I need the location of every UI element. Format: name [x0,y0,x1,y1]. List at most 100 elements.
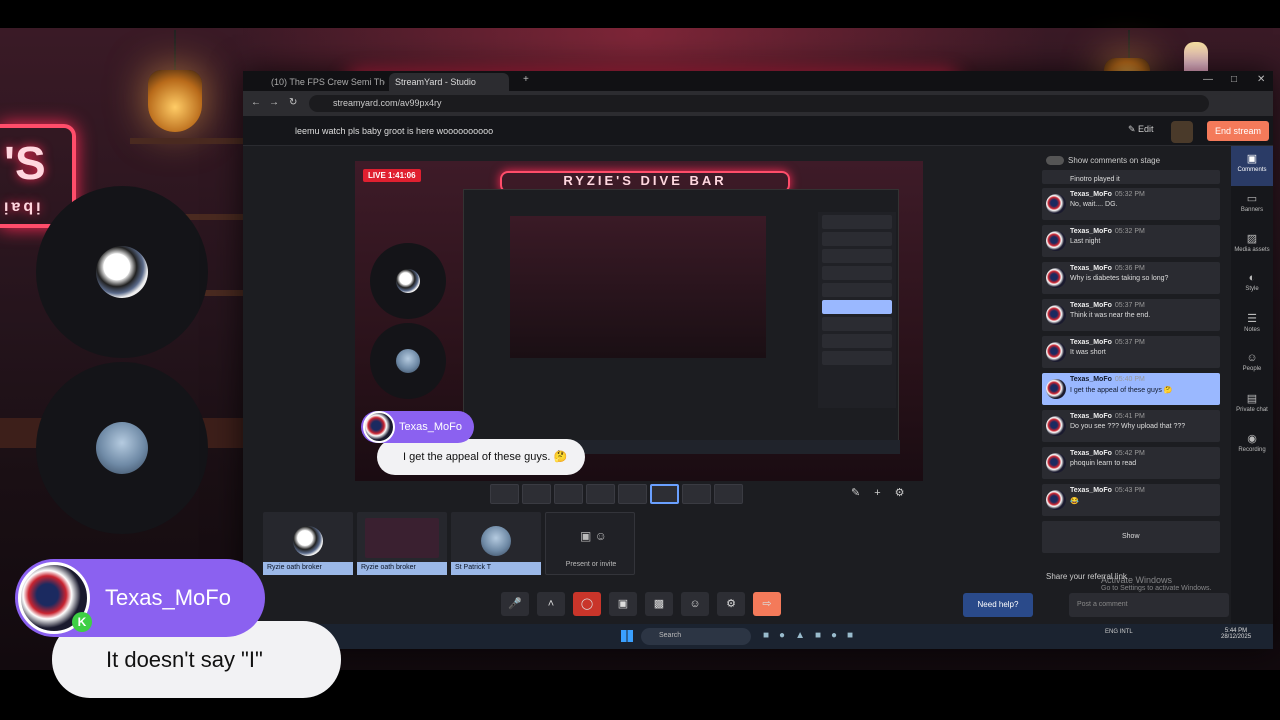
layout-blank[interactable] [714,484,743,504]
right-rail: ▣ Comments ▭ Banners ▨ Media assets ◐ Style … [1231,146,1273,649]
need-help-button[interactable]: Need help? [963,593,1033,617]
rail-style[interactable]: ◐ Style [1231,266,1273,306]
taskbar-search[interactable]: Search [641,628,751,645]
rail-private-chat[interactable]: ▤ Private chat [1231,386,1273,426]
language-indicator[interactable]: ENG INTL [1105,629,1133,635]
stage-user-avatar [363,411,395,443]
comment-item[interactable]: Texas_MoFo 05:43 PM 😂 [1042,484,1220,516]
comment-avatar [1046,194,1066,214]
comment-item[interactable]: Texas_MoFo 05:37 PM Think it was near the… [1042,299,1220,331]
close-icon[interactable]: ✕ [1257,74,1265,85]
mic-icon[interactable]: 🎤 [501,592,529,616]
url-field[interactable]: streamyard.com/av99px4ry [309,95,1209,112]
tab-bar: (10) The FPS Crew Semi Then ⊗ StreamYard… [243,71,1273,91]
participant-tile[interactable]: Ryzie oath broker [263,512,353,575]
windows-start-icon[interactable] [621,630,633,642]
hanging-lamp [148,70,202,132]
media-icon: ▨ [1246,233,1258,245]
stage-participant-1 [370,243,446,319]
lamp-cord [1128,30,1130,60]
minimize-icon[interactable]: — [1203,74,1213,85]
present-icon: ▣ ☺ [580,529,607,543]
layout-pip[interactable] [650,484,679,504]
comment-item[interactable]: Texas_MoFo 05:42 PM phoquin learn to read [1042,447,1220,479]
rail-recording[interactable]: ◉ Recording [1231,426,1273,466]
layout-cinema[interactable] [682,484,711,504]
participant-avatar [96,246,148,298]
settings-icon[interactable]: ⚙ [717,592,745,616]
participant-avatar [396,349,420,373]
participant-avatar [396,269,420,293]
participant-tiles: Ryzie oath broker Ryzie oath broker St P… [263,512,635,575]
stage-preview: RYZIE'S DIVE BAR LIVE 1:41:06 Texas_MoFo… [355,161,923,481]
top-letterbox [0,0,1280,28]
tab-streamyard[interactable]: StreamYard - Studio [389,73,509,91]
forward-icon[interactable]: → [269,97,279,108]
gear-icon[interactable]: ⚙ [895,487,919,499]
maximize-icon[interactable]: □ [1231,74,1237,85]
comment-item[interactable]: Texas_MoFo 05:37 PM It was short [1042,336,1220,368]
new-tab-button[interactable]: + [523,74,529,85]
nested-screen-share [463,189,900,454]
broadcast-title: leemu watch pls baby groot is here woooo… [295,126,494,136]
comment-avatar [1046,268,1066,288]
layout-screen[interactable] [618,484,647,504]
participant-tile[interactable]: Ryzie oath broker [357,512,447,575]
end-stream-button[interactable]: End stream [1207,121,1269,141]
show-comments-toggle[interactable]: Show comments on stage [1038,146,1228,172]
show-comment-button[interactable]: Show [1122,533,1140,540]
comment-item[interactable]: Texas_MoFo 05:41 PM Do you see ??? Why up… [1042,410,1220,442]
edit-button[interactable]: ✎ Edit [1128,124,1154,135]
chevron-up-icon[interactable]: ˄ [537,592,565,616]
tile-thumbnail [481,526,511,556]
taskbar-apps[interactable]: ■●▲■●■ [763,630,863,641]
tile-thumbnail [293,526,323,556]
notes-icon: ☰ [1247,313,1257,325]
comment-avatar [1046,416,1066,436]
layout-thin[interactable] [522,484,551,504]
rail-comments[interactable]: ▣ Comments [1231,146,1273,186]
tab-fps-crew[interactable]: (10) The FPS Crew Semi Then ⊗ [265,73,385,91]
post-comment-input[interactable]: Post a comment [1069,593,1229,617]
comment-item[interactable]: Finotro played it [1042,170,1220,184]
rail-media[interactable]: ▨ Media assets [1231,226,1273,266]
rail-notes[interactable]: ☰ Notes [1231,306,1273,346]
camera-off-icon[interactable]: ◯ [573,592,601,616]
participant-avatar [96,422,148,474]
nested-stage [510,216,766,358]
pencil-icon[interactable]: ✎ [851,487,874,499]
comment-avatar [1046,379,1066,399]
taskbar-clock[interactable]: 5:44 PM 28/12/2025 [1221,628,1251,640]
plus-icon[interactable]: + [874,487,894,499]
comment-item-hover[interactable]: Show [1042,521,1220,553]
comment-item-highlighted[interactable]: Texas_MoFo 05:40 PM I get the appeal of t… [1042,373,1220,405]
comment-avatar [1046,231,1066,251]
reload-icon[interactable]: ↻ [289,97,297,108]
streamyard-studio: leemu watch pls baby groot is here woooo… [243,116,1273,649]
host-avatar[interactable] [1171,121,1193,143]
comment-item[interactable]: Texas_MoFo 05:36 PM Why is diabetes takin… [1042,262,1220,294]
layout-solo[interactable] [490,484,519,504]
layout-group[interactable] [554,484,583,504]
share-screen-icon[interactable]: ▣ [609,592,637,616]
tile-label: Ryzie oath broker [263,562,353,575]
participant-tile[interactable]: St Patrick T [451,512,541,575]
activate-windows-watermark: Activate Windows Go to Settings to activ… [1101,575,1212,592]
rail-banners[interactable]: ▭ Banners [1231,186,1273,226]
participant-circle-1 [36,186,208,358]
leave-studio-icon[interactable]: ⇨ [753,592,781,616]
present-or-invite-tile[interactable]: ▣ ☺ Present or invite [545,512,635,575]
stage-participant-2 [370,323,446,399]
comments-panel: Show comments on stage Finotro played it… [1038,146,1228,586]
comment-item[interactable]: Texas_MoFo 05:32 PM No, wait.... DG. [1042,188,1220,220]
rail-people[interactable]: ☺ People [1231,346,1273,386]
comment-avatar [1046,453,1066,473]
layout-leader[interactable] [586,484,615,504]
lamp-cord [174,30,176,70]
present-icon[interactable]: ▩ [645,592,673,616]
toggle-switch[interactable] [1046,156,1064,166]
back-icon[interactable]: ← [251,97,261,108]
comment-item[interactable]: Texas_MoFo 05:32 PM Last night [1042,225,1220,257]
studio-header: leemu watch pls baby groot is here woooo… [243,116,1273,146]
invite-icon[interactable]: ☺ [681,592,709,616]
